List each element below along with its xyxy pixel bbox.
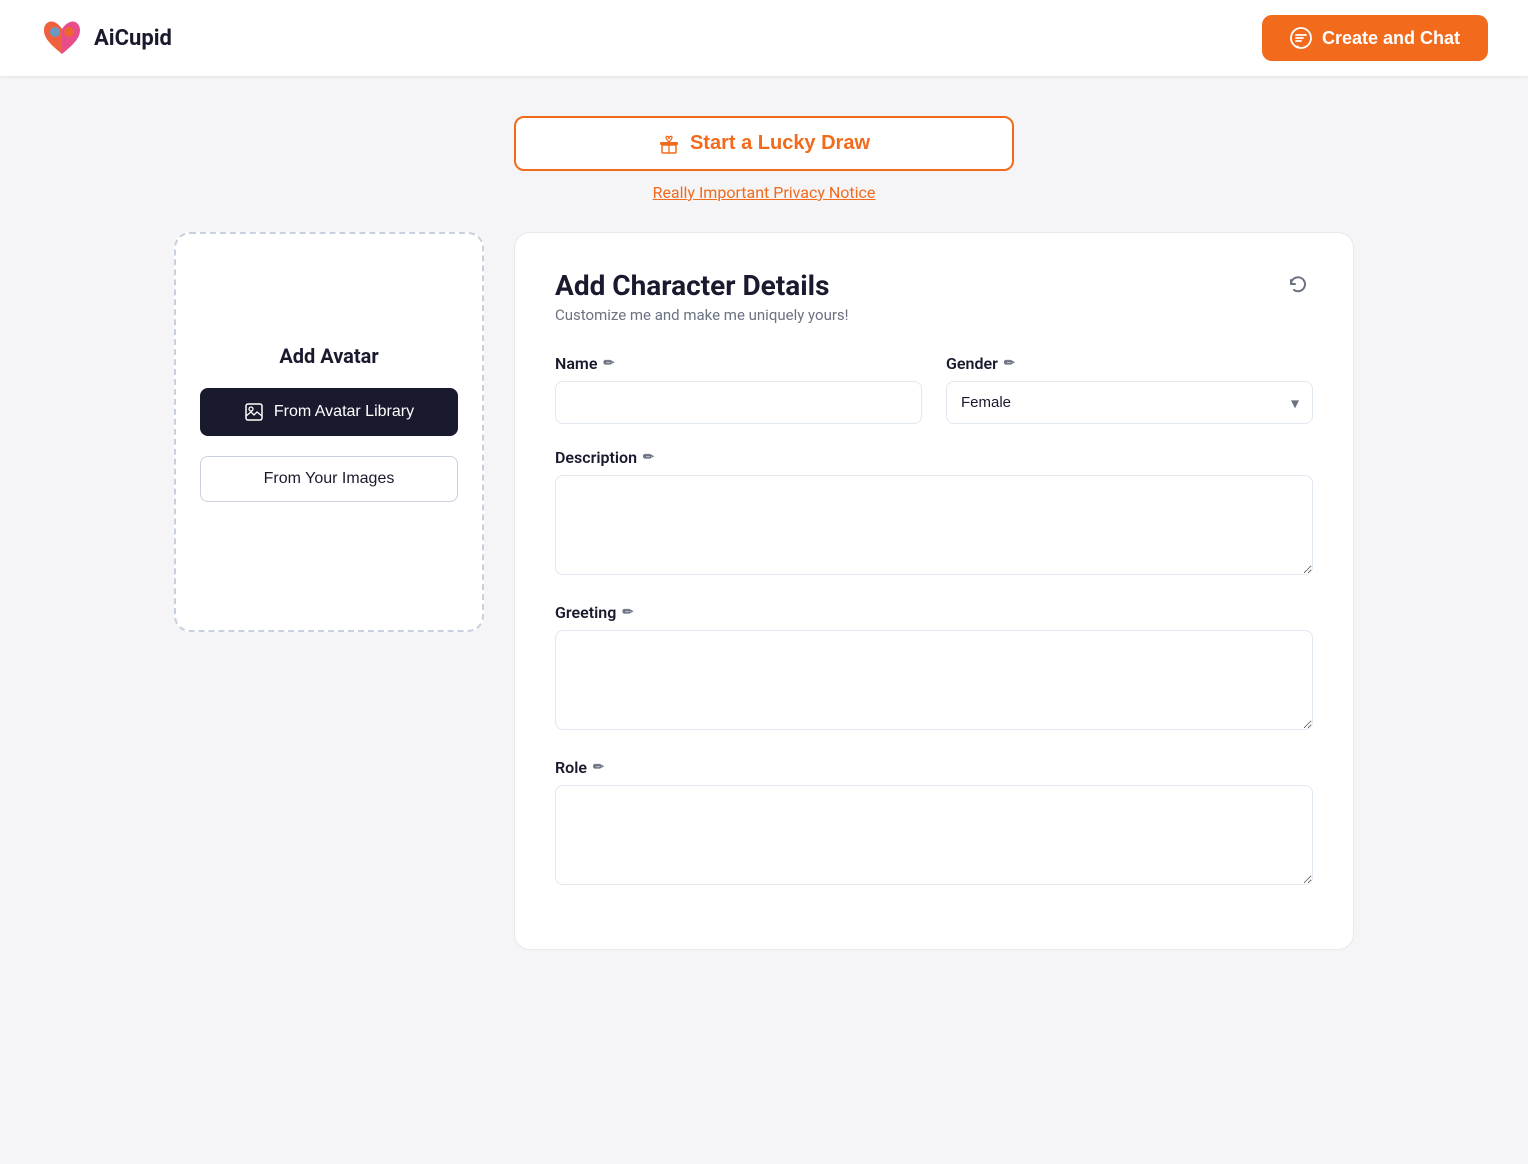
reset-button[interactable] [1283,269,1313,305]
name-edit-icon: ✏ [603,356,614,371]
gender-select[interactable]: Female Male Non-binary Other [946,381,1313,424]
name-field-group: Name ✏ [555,354,922,424]
details-title-group: Add Character Details Customize me and m… [555,269,849,324]
name-gender-row: Name ✏ Gender ✏ Female Male Non-bin [555,354,1313,424]
from-library-button[interactable]: From Avatar Library [200,388,458,436]
logo-text: AiCupid [94,26,172,51]
description-edit-icon: ✏ [643,450,654,465]
details-title: Add Character Details [555,269,849,302]
lucky-draw-button[interactable]: Start a Lucky Draw [514,116,1014,171]
header: AiCupid Create and Chat [0,0,1528,76]
greeting-input[interactable] [555,630,1313,730]
avatar-title: Add Avatar [279,344,378,368]
gender-label: Gender ✏ [946,354,1313,373]
role-label: Role ✏ [555,758,1313,777]
details-header: Add Character Details Customize me and m… [555,269,1313,324]
name-label: Name ✏ [555,354,922,373]
details-panel: Add Character Details Customize me and m… [514,232,1354,950]
chat-icon [1290,27,1312,49]
description-field-group: Description ✏ [555,448,1313,579]
gift-icon [658,133,680,155]
library-icon [244,402,264,422]
role-input[interactable] [555,785,1313,885]
gender-select-wrapper: Female Male Non-binary Other ▾ [946,381,1313,424]
create-chat-button[interactable]: Create and Chat [1262,15,1488,61]
greeting-edit-icon: ✏ [622,605,633,620]
role-edit-icon: ✏ [593,760,604,775]
role-field-group: Role ✏ [555,758,1313,889]
lucky-draw-section: Start a Lucky Draw Really Important Priv… [174,116,1354,202]
description-label: Description ✏ [555,448,1313,467]
details-subtitle: Customize me and make me uniquely yours! [555,306,849,324]
gender-field-group: Gender ✏ Female Male Non-binary Other ▾ [946,354,1313,424]
lucky-draw-label: Start a Lucky Draw [690,132,870,155]
description-input[interactable] [555,475,1313,575]
name-input[interactable] [555,381,922,424]
logo-icon [40,16,84,60]
greeting-label: Greeting ✏ [555,603,1313,622]
main-content: Start a Lucky Draw Really Important Priv… [114,76,1414,990]
avatar-panel: Add Avatar From Avatar Library From Your… [174,232,484,632]
reset-icon [1287,273,1309,295]
privacy-link[interactable]: Really Important Privacy Notice [653,183,876,202]
logo-area: AiCupid [40,16,172,60]
greeting-field-group: Greeting ✏ [555,603,1313,734]
two-column-layout: Add Avatar From Avatar Library From Your… [174,232,1354,950]
from-images-button[interactable]: From Your Images [200,456,458,502]
gender-edit-icon: ✏ [1004,356,1015,371]
